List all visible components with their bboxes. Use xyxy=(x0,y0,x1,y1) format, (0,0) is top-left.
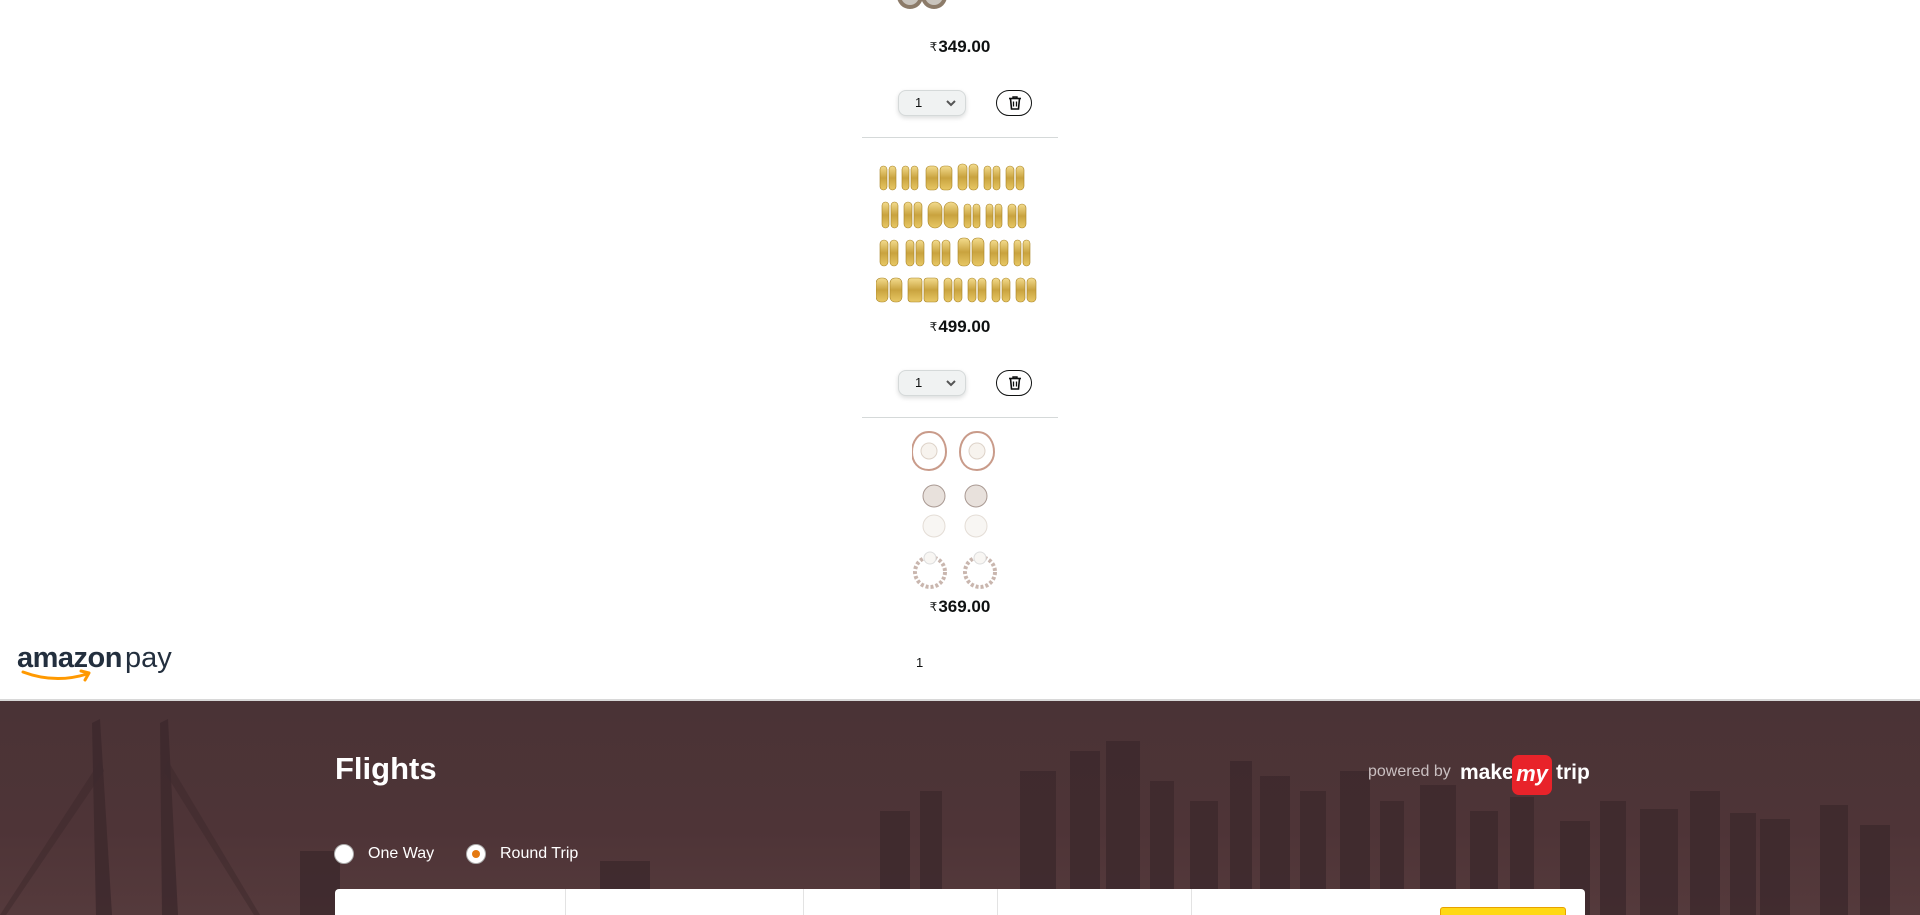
quantity-value: 1 xyxy=(915,375,923,390)
quantity-dropdown[interactable]: 1 xyxy=(898,370,966,396)
field-divider xyxy=(997,889,998,915)
flights-title: Flights xyxy=(335,751,437,786)
chevron-down-icon xyxy=(946,100,956,107)
flight-search-form xyxy=(335,889,1585,915)
quantity-dropdown[interactable]: 1 xyxy=(898,90,966,116)
divider xyxy=(862,137,1058,138)
radio-circle[interactable] xyxy=(334,844,354,864)
product-image-pearl-studs[interactable] xyxy=(894,0,958,22)
logo-text-make: make xyxy=(1460,761,1514,784)
field-divider xyxy=(1191,889,1192,915)
product-image-gold-earring-set[interactable] xyxy=(876,160,1042,306)
trash-icon xyxy=(1009,376,1021,390)
divider xyxy=(862,417,1058,418)
quantity-value[interactable]: 1 xyxy=(916,655,923,670)
item-price: ₹499.00 xyxy=(929,317,991,336)
city-skyline-background xyxy=(0,719,1890,915)
amazon-pay-logo: amazon pay xyxy=(17,642,177,682)
item-price: ₹349.00 xyxy=(929,37,991,56)
field-divider xyxy=(565,889,566,915)
amazon-smile-icon xyxy=(21,669,91,682)
radio-label: One Way xyxy=(368,845,435,862)
logo-badge-my: my xyxy=(1512,755,1552,795)
logo-text-trip: trip xyxy=(1556,761,1590,784)
radio-circle-selected[interactable] xyxy=(466,844,486,864)
chevron-down-icon xyxy=(946,380,956,387)
flights-widget: Flights powered by make my trip One Way … xyxy=(0,699,1920,915)
search-flights-button[interactable] xyxy=(1440,907,1566,915)
logo-text-pay: pay xyxy=(125,642,172,674)
trash-icon xyxy=(1009,96,1021,110)
item-price: ₹369.00 xyxy=(929,597,991,616)
powered-by-label: powered by xyxy=(1368,763,1451,780)
delete-button[interactable] xyxy=(996,370,1032,396)
field-divider xyxy=(803,889,804,915)
product-image-rose-gold-earring-set[interactable] xyxy=(912,430,1008,596)
delete-button[interactable] xyxy=(996,90,1032,116)
quantity-value: 1 xyxy=(915,95,923,110)
radio-label: Round Trip xyxy=(500,845,579,862)
